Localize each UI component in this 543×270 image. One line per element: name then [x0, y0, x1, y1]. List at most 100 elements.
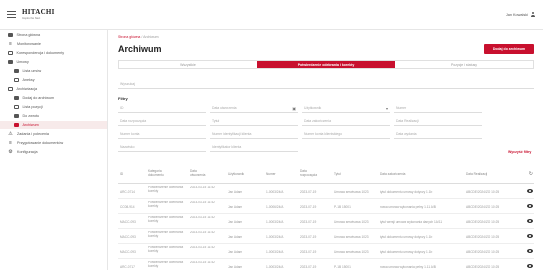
column-header-id[interactable]: ID	[120, 172, 123, 177]
cell-realization-date: ABCDE/2024/ZO 10:25	[466, 189, 500, 194]
table-row[interactable]: MACC-093 Potwierdzenie odebrania korekty…	[118, 229, 534, 244]
filter-realization-date[interactable]: Data Realizacji	[394, 117, 482, 126]
column-header-number[interactable]: Numer	[266, 172, 276, 177]
column-header-created[interactable]: Data utworzenia	[190, 169, 212, 177]
eye-icon[interactable]	[527, 219, 533, 223]
table-row[interactable]: CC08-914 Potwierdzenie odebrania korekty…	[118, 199, 534, 214]
add-to-archive-button[interactable]: Dodaj do archiwum	[484, 44, 534, 54]
sidebar-item-label: Przygotowanie dokumentów	[17, 141, 64, 145]
annex-icon	[14, 77, 19, 83]
table-row[interactable]: ARC-0717 Potwierdzenie odebrania korekty…	[118, 259, 534, 270]
sidebar-item-annexes[interactable]: Aneksy	[0, 76, 107, 84]
filter-title[interactable]: Tytuł	[210, 117, 298, 126]
eye-icon[interactable]	[527, 234, 533, 238]
filter-created-date[interactable]: Data utworzenia ▣	[210, 104, 298, 113]
sidebar-item-archiving[interactable]: Archiwizacja	[0, 85, 107, 93]
sidebar: Strona główna ≡ Monitorowanie Koresponde…	[0, 30, 108, 270]
filter-id[interactable]: ID	[118, 104, 206, 113]
refresh-icon[interactable]: ↻	[529, 171, 533, 177]
chevron-down-icon[interactable]: ▾	[386, 106, 388, 111]
cell-realization-date: ABCDE/2024/ZO 10:25	[466, 249, 500, 254]
cell-category: Potwierdzenie odebrania korekty	[148, 231, 184, 238]
tab-confirmation[interactable]: Potwierdzenie odebrania i korekty	[257, 61, 395, 68]
filter-placeholder: Data zakończenia	[304, 119, 331, 123]
sidebar-item-tasks[interactable]: ⚠ Zadania i polecenia	[0, 130, 107, 138]
filter-placeholder: Data rozpoczęcia	[120, 119, 147, 123]
cell-id: ARC-0717	[120, 264, 135, 269]
search-input[interactable]: Wyszukaj	[118, 79, 534, 89]
filter-user[interactable]: Użytkownik ▾	[302, 104, 390, 113]
clear-filters-link[interactable]: Wyczyść filtry	[508, 150, 531, 154]
filter-surname[interactable]: Nazwisko	[118, 143, 206, 152]
sidebar-item-contract-list[interactable]: Lista umów	[0, 67, 107, 75]
filter-placeholder: Identyfikator klienta	[212, 145, 242, 149]
breadcrumb-home[interactable]: Strona główna	[118, 35, 140, 39]
table-row[interactable]: MACC-093 Potwierdzenie odebrania korekty…	[118, 244, 534, 259]
add-icon	[14, 95, 19, 101]
filter-placeholder: ID	[120, 106, 124, 110]
calendar-icon[interactable]: ▣	[292, 106, 296, 111]
eye-icon[interactable]	[527, 249, 533, 253]
filter-start-date[interactable]: Data rozpoczęcia	[118, 117, 206, 126]
cell-end-date: tytuł dokumentu umowy dotyczy 1.1b	[380, 189, 433, 194]
tab-positions[interactable]: Pozycje i statusy	[395, 61, 533, 68]
table-row[interactable]: ARC-0714 Potwierdzenie odebrania korekty…	[118, 184, 534, 199]
table-row[interactable]: MACC-093 Potwierdzenie odebrania korekty…	[118, 214, 534, 229]
column-header-end-date[interactable]: Data zakończenia	[380, 172, 405, 177]
cell-number: 1-0003/24/A	[266, 219, 284, 224]
eye-icon[interactable]	[527, 264, 533, 268]
filter-account-number[interactable]: Numer konta	[118, 130, 206, 139]
sidebar-item-label: Strona główna	[16, 33, 41, 37]
prepare-icon: ≡	[9, 139, 12, 146]
return-icon	[14, 113, 19, 119]
column-header-title[interactable]: Tytuł	[334, 172, 341, 177]
filter-placeholder: Tytuł	[212, 119, 220, 123]
sidebar-item-label: Archiwum	[22, 123, 39, 127]
sidebar-item-configuration[interactable]: ⚙ Konfiguracja	[0, 148, 107, 156]
cell-title: Umowa serwisowa 1023	[334, 249, 369, 254]
sidebar-item-monitoring[interactable]: ≡ Monitorowanie	[0, 40, 107, 48]
cell-created: 2023-03-15 11:42	[190, 246, 215, 249]
cell-end-date: nowa umowa wykonania pełny 1.11 A/B	[380, 264, 436, 269]
filter-placeholder: Nazwisko	[120, 145, 135, 149]
eye-icon[interactable]	[527, 189, 533, 193]
sidebar-item-label: Lista umów	[22, 69, 42, 73]
sidebar-item-contracts[interactable]: Umowy	[0, 58, 107, 66]
column-header-category[interactable]: Kategoria dokumentu	[148, 169, 172, 177]
cell-created: 2023-03-15 11:42	[190, 231, 215, 234]
tab-all[interactable]: Wszystkie	[119, 61, 257, 68]
sidebar-item-archive[interactable]: Archiwum	[0, 121, 107, 129]
sidebar-item-label: Aneksy	[22, 78, 35, 82]
column-header-user[interactable]: Użytkownik	[228, 172, 244, 177]
cell-end-date: tytuł wersji umowa wykonania danych 1A/1…	[380, 219, 443, 224]
cell-realization-date: ABCDE/2024/ZO 10:25	[466, 219, 500, 224]
tasks-icon: ⚠	[8, 130, 13, 137]
filter-number[interactable]: Numer	[394, 104, 482, 113]
filter-client-identification[interactable]: Numer identyfikacji klienta	[210, 130, 298, 139]
archive-table: ID Kategoria dokumentu Data utworzenia U…	[118, 167, 534, 270]
sidebar-item-add-to-archive[interactable]: Dodaj do archiwum	[0, 94, 107, 102]
filter-issue-date[interactable]: Data wydania	[394, 130, 482, 139]
gear-icon: ⚙	[8, 148, 13, 155]
eye-icon[interactable]	[527, 204, 533, 208]
list-icon	[14, 68, 19, 74]
company-logo[interactable]: HITACHI Inspire the Next	[22, 9, 55, 21]
sidebar-item-positions[interactable]: Lista pozycji	[0, 103, 107, 111]
sidebar-item-to-return[interactable]: Do zwrotu	[0, 112, 107, 120]
sidebar-item-prepare-documents[interactable]: ≡ Przygotowanie dokumentów	[0, 139, 107, 147]
sidebar-item-home[interactable]: Strona główna	[0, 31, 107, 39]
filter-client-account[interactable]: Numer konta klientskiego	[302, 130, 390, 139]
sidebar-item-label: Archiwizacja	[16, 87, 38, 91]
filter-client-id[interactable]: Identyfikator klienta	[210, 143, 298, 152]
cell-created: 2023-03-15 11:42	[190, 186, 215, 189]
filter-placeholder: Data wydania	[396, 132, 417, 136]
user-menu[interactable]: Jan Kowalski	[506, 12, 535, 17]
cell-end-date: nowa umowa wykonania pełny 1.11 A/B	[380, 204, 436, 209]
column-header-start-date[interactable]: Data rozpoczęcia	[300, 169, 322, 177]
sidebar-item-documents[interactable]: Korespondencja i dokumenty	[0, 49, 107, 57]
cell-realization-date: ABCDE/2024/ZO 10:25	[466, 204, 500, 209]
column-header-realization-date[interactable]: Data Realizacji	[466, 172, 487, 177]
menu-icon[interactable]	[7, 11, 16, 19]
cell-id: ARC-0714	[120, 189, 135, 194]
filter-end-date[interactable]: Data zakończenia	[302, 117, 390, 126]
